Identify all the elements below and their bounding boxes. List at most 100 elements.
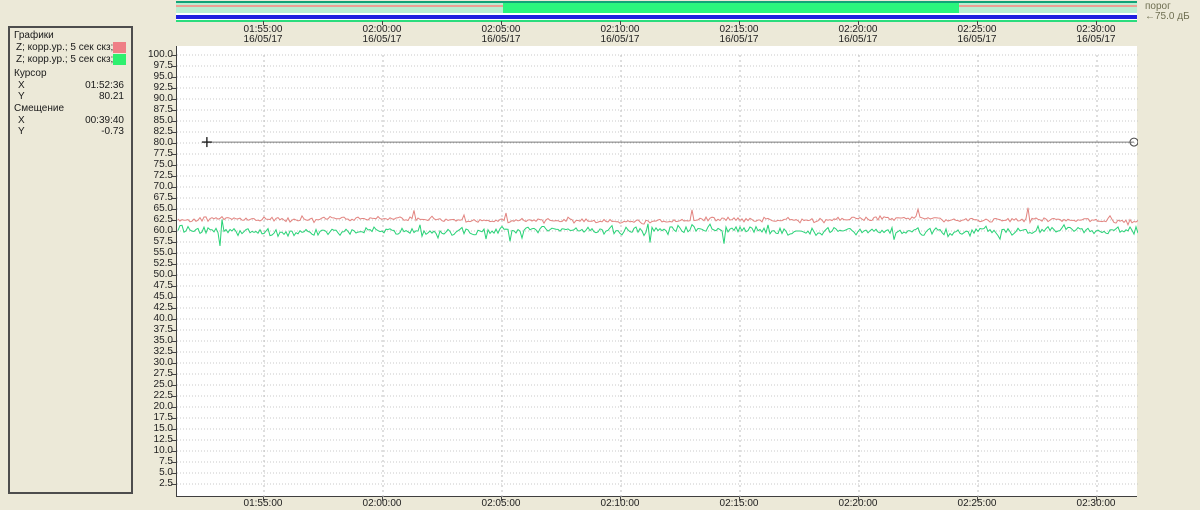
cursor-y-label: Y [18, 91, 25, 102]
y-axis-label: 87.5 [153, 104, 173, 115]
y-axis-tick [171, 154, 176, 155]
legend-label-wm: Z; корр.ур.; 5 сек скз; Wm [16, 53, 113, 65]
y-axis-tick [171, 198, 176, 199]
x-axis-tick-bottom [739, 497, 740, 501]
y-axis-tick [171, 143, 176, 144]
y-axis-tick [171, 319, 176, 320]
indicator-highlight-segment [502, 3, 960, 13]
y-axis-label: 40.0 [153, 313, 173, 324]
y-axis-tick [171, 165, 176, 166]
x-axis-label-top: 02:05:00 16/05/17 [481, 24, 521, 45]
x-axis-tick-bottom [263, 497, 264, 501]
y-axis-label: 97.5 [153, 60, 173, 71]
legend-item-wm[interactable]: Z; корр.ур.; 5 сек скз; Wm [16, 53, 126, 65]
threshold-bar-green-line [176, 20, 1137, 22]
y-axis-label: 100.0 [147, 49, 173, 60]
y-axis-tick [171, 473, 176, 474]
y-axis-label: 47.5 [153, 280, 173, 291]
x-axis-tick-bottom [858, 497, 859, 501]
x-axis-tick-top [858, 21, 859, 25]
cursor-y-value: 80.21 [98, 91, 124, 102]
series-trace-fm[interactable] [177, 207, 1138, 227]
threshold-value: 75.0 дБ [1155, 11, 1190, 22]
y-axis-label: 80.0 [153, 137, 173, 148]
legend-label-fm: Z; корр.ур.; 5 сек скз; Fm [16, 41, 113, 53]
x-axis-label-top: 01:55:00 16/05/17 [243, 24, 283, 45]
y-axis-tick [171, 374, 176, 375]
plot-area[interactable] [176, 46, 1138, 497]
y-axis-label: 67.5 [153, 192, 173, 203]
y-axis-tick [171, 242, 176, 243]
x-axis-tick-top [739, 21, 740, 25]
y-axis-tick [171, 209, 176, 210]
y-axis-label: 35.0 [153, 335, 173, 346]
y-axis-tick [171, 220, 176, 221]
y-axis-tick [171, 308, 176, 309]
x-axis-tick-top [263, 21, 264, 25]
x-axis-label-top: 02:20:00 16/05/17 [838, 24, 878, 45]
y-axis-tick [171, 341, 176, 342]
y-axis-label: 55.0 [153, 247, 173, 258]
cursor-x-label: X [18, 80, 25, 91]
y-axis-tick [171, 363, 176, 364]
y-axis-tick [171, 66, 176, 67]
cursor-section-title: Курсор [14, 68, 47, 79]
y-axis-tick [171, 451, 176, 452]
y-axis-label: 72.5 [153, 170, 173, 181]
app-window: { "panel": { "title": "Графики", "legend… [0, 0, 1200, 510]
chart-canvas[interactable] [177, 46, 1138, 497]
y-axis-label: 57.5 [153, 236, 173, 247]
y-axis-tick [171, 253, 176, 254]
y-axis-tick [171, 99, 176, 100]
x-axis-tick-top [1096, 21, 1097, 25]
y-axis-label: 62.5 [153, 214, 173, 225]
y-axis-tick [171, 77, 176, 78]
legend-swatch-fm [113, 41, 126, 53]
y-axis-tick [171, 462, 176, 463]
arrow-left-icon: ← [1145, 11, 1155, 22]
offset-section-title: Смещение [14, 103, 65, 114]
y-axis-label: 7.5 [159, 456, 173, 467]
y-axis-label: 2.5 [159, 478, 173, 489]
y-axis-tick [171, 429, 176, 430]
panel-title: Графики [14, 30, 54, 41]
y-axis-tick [171, 121, 176, 122]
y-axis-label: 60.0 [153, 225, 173, 236]
threshold-bar-blue-line [176, 15, 1137, 19]
y-axis-label: 27.5 [153, 368, 173, 379]
legend-item-fm[interactable]: Z; корр.ур.; 5 сек скз; Fm [16, 41, 126, 53]
y-axis-label: 20.0 [153, 401, 173, 412]
y-axis-tick [171, 385, 176, 386]
y-axis-tick [171, 286, 176, 287]
y-axis-tick [171, 176, 176, 177]
y-axis-label: 82.5 [153, 126, 173, 137]
legend-swatch-wm [113, 53, 126, 65]
y-axis-tick [171, 275, 176, 276]
offset-y-label: Y [18, 126, 25, 137]
y-axis-tick [171, 132, 176, 133]
y-axis-label: 75.0 [153, 159, 173, 170]
offset-x-value: 00:39:40 [85, 115, 124, 126]
y-axis-label: 90.0 [153, 93, 173, 104]
offset-x-row: X 00:39:40 [18, 115, 124, 126]
x-axis-tick-top [382, 21, 383, 25]
threshold-label: порог ←75.0 дБ [1145, 2, 1200, 22]
y-axis-label: 10.0 [153, 445, 173, 456]
y-axis-label: 32.5 [153, 346, 173, 357]
y-axis-tick [171, 407, 176, 408]
x-axis-tick-top [620, 21, 621, 25]
y-axis-tick [171, 484, 176, 485]
y-axis-tick [171, 418, 176, 419]
y-axis-label: 65.0 [153, 203, 173, 214]
x-axis-label-top: 02:15:00 16/05/17 [719, 24, 759, 45]
y-axis-tick [171, 297, 176, 298]
y-axis-tick [171, 264, 176, 265]
offset-y-value: -0.73 [101, 126, 124, 137]
y-axis-tick [171, 330, 176, 331]
y-axis-label: 50.0 [153, 269, 173, 280]
offset-x-label: X [18, 115, 25, 126]
indicator-bars [176, 0, 1137, 23]
cursor-x-row: X 01:52:36 [18, 80, 124, 91]
x-axis-label-top: 02:10:00 16/05/17 [600, 24, 640, 45]
y-axis-label: 70.0 [153, 181, 173, 192]
